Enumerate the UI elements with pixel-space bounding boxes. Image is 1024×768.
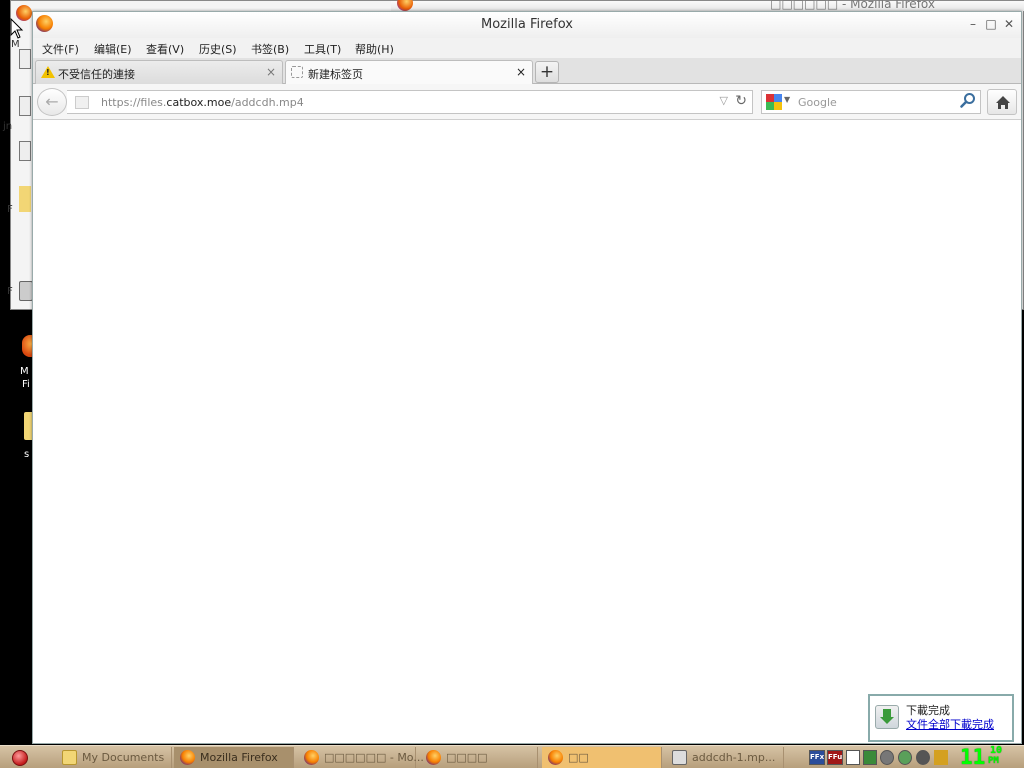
- taskbar-item-video[interactable]: addcdh-1.mp...: [666, 747, 784, 768]
- drive-icon[interactable]: [19, 281, 33, 301]
- folder-icon: [62, 750, 77, 765]
- menu-file[interactable]: 文件(F): [42, 41, 79, 57]
- magnifier-icon[interactable]: [960, 92, 976, 112]
- search-engine-dropdown-icon[interactable]: ▼: [784, 95, 790, 104]
- tab-strip: 不受信任的連接 × 新建标签页 × +: [33, 58, 1021, 85]
- tray-tool-icon[interactable]: [934, 750, 948, 765]
- clock-minute: 10: [990, 745, 1003, 756]
- back-button[interactable]: ←: [37, 88, 67, 116]
- taskbar-item-firefox-3[interactable]: □□□□: [420, 747, 538, 768]
- navigation-toolbar: ← https://files.catbox.moe/addcdh.mp4 ▽ …: [33, 84, 1021, 120]
- firefox-icon: [548, 750, 563, 765]
- menu-view[interactable]: 查看(V): [146, 41, 184, 57]
- desktop-label: M: [20, 366, 29, 377]
- minimize-button[interactable]: –: [965, 16, 981, 32]
- file-icon[interactable]: [19, 141, 31, 161]
- home-icon: [996, 96, 1010, 109]
- download-popup-link[interactable]: 文件全部下載完成: [906, 716, 994, 732]
- tab-label: 新建标签页: [308, 68, 363, 81]
- taskbar-item-firefox[interactable]: Mozilla Firefox: [174, 747, 294, 768]
- search-input[interactable]: [798, 94, 948, 110]
- mouse-cursor-icon: [10, 18, 24, 39]
- google-icon[interactable]: [766, 94, 782, 110]
- menu-history[interactable]: 历史(S): [199, 41, 237, 57]
- firefox-icon: [304, 750, 319, 765]
- clock-hour: 11: [960, 745, 986, 768]
- file-icon[interactable]: [19, 49, 31, 69]
- tray-security-icon[interactable]: [916, 750, 930, 765]
- page-content[interactable]: [33, 120, 1021, 743]
- menu-help[interactable]: 帮助(H): [355, 41, 394, 57]
- reload-icon[interactable]: ↻: [735, 93, 747, 109]
- home-button[interactable]: [987, 89, 1017, 115]
- url-bar[interactable]: https://files.catbox.moe/addcdh.mp4 ▽ ↻: [67, 90, 753, 114]
- page-icon: [291, 66, 303, 78]
- desktop-label: Fi: [22, 379, 30, 390]
- taskbar-item-label: □□□□□□ - Mo...: [324, 751, 424, 764]
- close-window-button[interactable]: ✕: [1001, 16, 1017, 32]
- background-window-title: □□□□□□ - Mozilla Firefox: [770, 0, 935, 11]
- menu-edit[interactable]: 编辑(E): [94, 41, 132, 57]
- close-tab-button[interactable]: ×: [516, 65, 526, 79]
- tray-document-icon[interactable]: [846, 750, 860, 765]
- menu-tools[interactable]: 工具(T): [304, 41, 341, 57]
- desktop-label: jn: [3, 121, 13, 132]
- tab-new-tab[interactable]: 新建标签页 ×: [285, 60, 533, 85]
- desktop-label: F: [7, 204, 13, 215]
- menu-bar: 文件(F) 编辑(E) 查看(V) 历史(S) 书签(B) 工具(T) 帮助(H…: [33, 38, 1021, 58]
- tab-label: 不受信任的連接: [58, 68, 135, 81]
- firefox-icon: [180, 750, 195, 765]
- url-history-dropdown-icon[interactable]: ▽: [720, 94, 728, 107]
- desktop-label: F: [7, 286, 13, 297]
- download-icon: [875, 705, 899, 729]
- video-icon: [672, 750, 687, 765]
- tray-network-icon[interactable]: [863, 750, 877, 765]
- search-bar[interactable]: ▼: [761, 90, 981, 114]
- taskbar-item-firefox-4[interactable]: □□: [542, 747, 662, 768]
- taskbar-item-label: □□: [568, 751, 589, 764]
- folder-icon[interactable]: [19, 186, 31, 212]
- tray-volume-icon[interactable]: [880, 750, 894, 765]
- tray-ffx-icon[interactable]: FFx: [809, 750, 825, 765]
- start-button[interactable]: [12, 750, 28, 766]
- url-text[interactable]: https://files.catbox.moe/addcdh.mp4: [101, 96, 304, 109]
- menu-bookmarks[interactable]: 书签(B): [251, 41, 289, 57]
- taskbar-item-firefox-2[interactable]: □□□□□□ - Mo...: [298, 747, 424, 768]
- desktop-label: s: [24, 449, 30, 460]
- taskbar: My Documents Mozilla Firefox □□□□□□ - Mo…: [0, 745, 1024, 768]
- firefox-window: Mozilla Firefox – □ ✕ 文件(F) 编辑(E) 查看(V) …: [32, 11, 1022, 744]
- taskbar-item-label: My Documents: [82, 751, 165, 764]
- window-title: Mozilla Firefox: [481, 17, 573, 32]
- background-window-titlebar[interactable]: □□□□□□ - Mozilla Firefox: [391, 0, 1024, 11]
- taskbar-item-my-documents[interactable]: My Documents: [56, 747, 172, 768]
- window-titlebar[interactable]: Mozilla Firefox – □ ✕: [33, 12, 1021, 38]
- maximize-button[interactable]: □: [983, 16, 999, 32]
- taskbar-item-label: addcdh-1.mp...: [692, 751, 776, 764]
- new-tab-button[interactable]: +: [535, 61, 559, 83]
- clock-ampm: PM: [988, 756, 999, 766]
- site-identity-icon[interactable]: [75, 96, 89, 109]
- warning-icon: [41, 66, 55, 78]
- firefox-icon: [426, 750, 441, 765]
- download-complete-popup[interactable]: 下載完成 文件全部下載完成: [868, 694, 1014, 742]
- taskbar-item-label: Mozilla Firefox: [200, 751, 278, 764]
- tray-ffu-icon[interactable]: FFu: [827, 750, 843, 765]
- close-tab-button[interactable]: ×: [266, 65, 276, 79]
- tab-untrusted-connection[interactable]: 不受信任的連接 ×: [35, 60, 283, 84]
- taskbar-item-label: □□□□: [446, 751, 488, 764]
- file-icon[interactable]: [19, 96, 31, 116]
- tray-update-icon[interactable]: [898, 750, 912, 765]
